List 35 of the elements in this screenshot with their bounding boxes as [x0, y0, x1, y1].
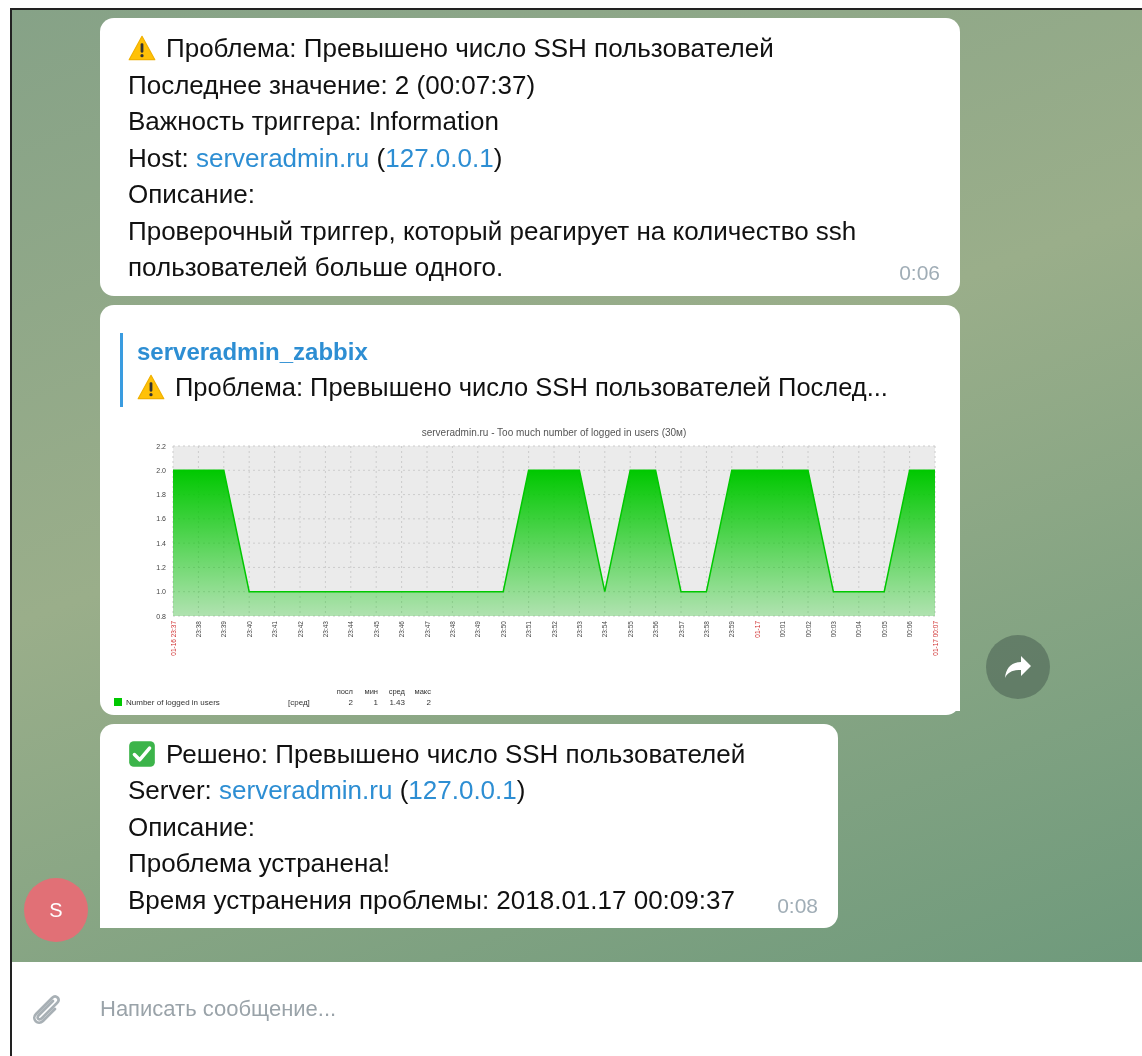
reply-quote[interactable]: serveradmin_zabbix Проблема: Превышено число SSH пользователей Послед... — [120, 332, 960, 407]
legend-label: Number of logged in users — [126, 697, 220, 707]
warning-icon — [137, 372, 165, 401]
message-time: 0:06 — [899, 260, 940, 286]
legend-aggregate: [сред] — [288, 697, 310, 707]
warning-icon — [128, 34, 156, 63]
check-icon — [128, 739, 156, 768]
link[interactable]: 127.0.0.1 — [408, 775, 517, 805]
link[interactable]: serveradmin.ru — [195, 142, 370, 173]
share-arrow-icon — [1003, 653, 1033, 680]
message-line: Важность триггера: Information — [128, 105, 499, 138]
message-line: Последнее значение: 2 (00:07:37) — [128, 68, 536, 102]
message-line: Проверочный триггер, который реагирует на количество ssh — [128, 214, 857, 248]
reply-author: serveradmin_zabbix — [137, 336, 369, 367]
message-line: Решено: Превышено число SSH пользователей — [166, 737, 746, 771]
chart-title: serveradmin.ru - Too much number of logged in users (30м) — [421, 426, 687, 438]
legend-value: 2 — [348, 697, 353, 707]
message-line: Host: serveradmin.ru (127.0.0.1) — [128, 141, 503, 175]
legend-value: 1 — [373, 697, 378, 707]
message-line: Время устранения проблемы: 2018.01.17 00:09:37 — [128, 883, 735, 917]
message-line: Описание: — [128, 178, 255, 211]
reply-text: Проблема: Превышено число SSH пользователей Послед... — [175, 371, 888, 403]
message-time: 0:08 — [777, 892, 818, 919]
legend-value: 2 — [426, 697, 431, 707]
message-line: пользователей больше одного. — [128, 251, 504, 284]
avatar[interactable]: S — [24, 878, 88, 942]
legend-value: 1.43 — [389, 697, 405, 707]
message-line: Описание: — [128, 810, 255, 844]
link[interactable]: 127.0.0.1 — [385, 142, 494, 173]
legend-swatch — [114, 697, 122, 706]
message-input[interactable]: Написать сообщение... — [100, 996, 700, 1022]
message-line: Проблема устранена! — [128, 847, 390, 880]
message-line: Проблема: Превышено число SSH пользователей — [166, 32, 774, 65]
message-line: Server: serveradmin.ru (127.0.0.1) — [128, 774, 526, 807]
link[interactable]: serveradmin.ru — [219, 775, 393, 805]
